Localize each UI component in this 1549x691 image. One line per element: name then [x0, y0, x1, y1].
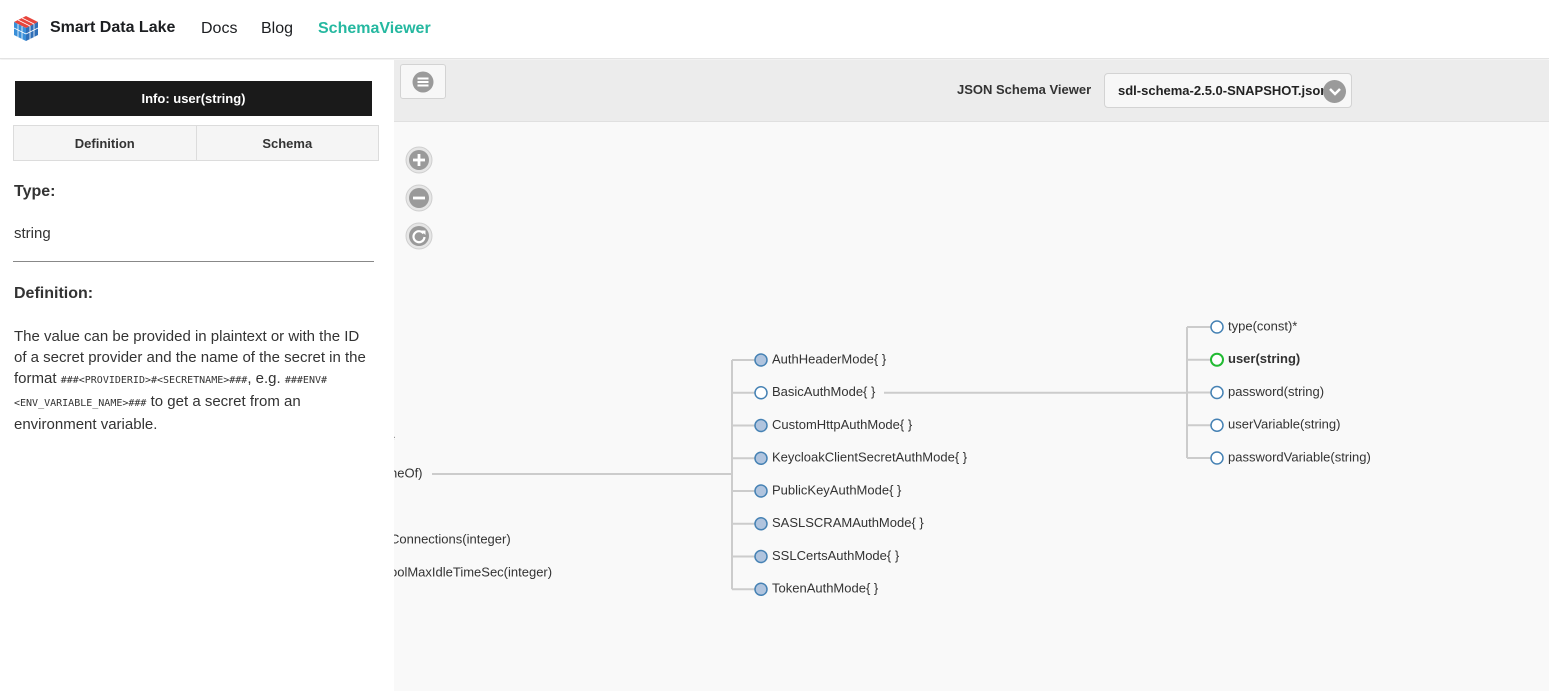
tree-node-auth-mode[interactable]: SSLCertsAuthMode{ } [772, 548, 900, 563]
definition-text-part: , e.g. [247, 370, 285, 387]
reset-zoom-icon[interactable] [405, 222, 433, 250]
tree-node-circle[interactable] [1210, 418, 1224, 432]
info-sidebar: Info: user(string) Definition Schema Typ… [0, 60, 394, 691]
tab-schema[interactable]: Schema [196, 125, 379, 161]
schema-file-value: sdl-schema-2.5.0-SNAPSHOT.json [1118, 83, 1329, 98]
tree-node-label-partial[interactable]: * [394, 432, 395, 447]
definition-code: ###<PROVIDERID>#<SECRETNAME>### [60, 375, 248, 386]
tree-node-property[interactable]: password(string) [1228, 384, 1324, 399]
tree-node-auth-mode[interactable]: PublicKeyAuthMode{ } [772, 482, 902, 497]
tree-node-circle[interactable] [754, 418, 768, 433]
tree-node-circle[interactable] [1210, 451, 1224, 465]
type-value: string [14, 225, 51, 242]
nav-link-schemaviewer[interactable]: SchemaViewer [318, 20, 431, 38]
info-tabs: Definition Schema [13, 125, 379, 161]
schema-tree: * neOf) Connections(integer) oolMaxIdleTime… [394, 318, 1371, 596]
tree-node-label-partial[interactable]: Connections(integer) [394, 531, 511, 546]
tree-node-auth-mode[interactable]: CustomHttpAuthMode{ } [772, 417, 913, 432]
definition-text: The value can be provided in plaintext o… [14, 326, 374, 435]
viewer-label: JSON Schema Viewer [957, 82, 1092, 97]
tree-node-circle[interactable] [1210, 320, 1224, 334]
viewer-toolbar: JSON Schema Viewer sdl-schema-2.5.0-SNAP… [394, 60, 1549, 122]
divider [13, 261, 374, 262]
tree-node-circle[interactable] [1210, 385, 1224, 400]
tree-node-label-partial[interactable]: neOf) [394, 465, 423, 480]
zoom-in-icon[interactable] [405, 146, 433, 174]
brand[interactable]: Smart Data Lake [12, 14, 175, 42]
tree-node-property[interactable]: passwordVariable(string) [1228, 449, 1371, 464]
tree-node-auth-mode[interactable]: TokenAuthMode{ } [772, 581, 879, 596]
tree-node-circle[interactable] [1210, 352, 1224, 367]
tree-node-auth-mode[interactable]: KeycloakClientSecretAuthMode{ } [772, 450, 968, 465]
info-header: Info: user(string) [15, 81, 372, 116]
brand-title: Smart Data Lake [50, 19, 176, 36]
tree-node-auth-mode[interactable]: SASLSCRAMAuthMode{ } [772, 515, 924, 530]
tree-node-label-partial[interactable]: oolMaxIdleTimeSec(integer) [394, 564, 552, 579]
tree-node-circle[interactable] [754, 484, 768, 498]
tree-node-property[interactable]: type(const)* [1228, 318, 1297, 333]
nav-link-blog[interactable]: Blog [261, 20, 293, 38]
tab-definition[interactable]: Definition [13, 125, 197, 161]
nav-link-docs[interactable]: Docs [201, 20, 237, 38]
schema-file-select[interactable]: sdl-schema-2.5.0-SNAPSHOT.json [1104, 73, 1352, 108]
hamburger-icon [412, 71, 434, 92]
schema-viewer-canvas[interactable]: * neOf) Connections(integer) oolMaxIdleTime… [394, 60, 1549, 691]
tree-node-circle[interactable] [754, 353, 768, 367]
tree-node-auth-mode[interactable]: BasicAuthMode{ } [772, 384, 876, 399]
tree-node-property[interactable]: user(string) [1228, 351, 1300, 366]
tree-node-circle[interactable] [754, 451, 768, 465]
tree-node-circle[interactable] [754, 549, 768, 564]
zoom-out-icon[interactable] [405, 184, 433, 212]
definition-label: Definition: [14, 285, 94, 302]
type-label: Type: [14, 183, 56, 200]
top-navbar: Smart Data Lake Docs Blog SchemaViewer [0, 0, 1549, 59]
tree-nodes: * neOf) Connections(integer) oolMaxIdleTime… [394, 318, 1371, 596]
chevron-down-icon [1323, 80, 1346, 103]
tree-node-circle[interactable] [754, 582, 768, 596]
tree-node-property[interactable]: userVariable(string) [1228, 417, 1340, 432]
tree-node-circle[interactable] [754, 386, 768, 400]
menu-button[interactable] [400, 64, 446, 99]
tree-node-auth-mode[interactable]: AuthHeaderMode{ } [772, 351, 887, 366]
tree-node-circle[interactable] [754, 517, 768, 531]
smart-data-lake-logo-icon [13, 16, 39, 41]
